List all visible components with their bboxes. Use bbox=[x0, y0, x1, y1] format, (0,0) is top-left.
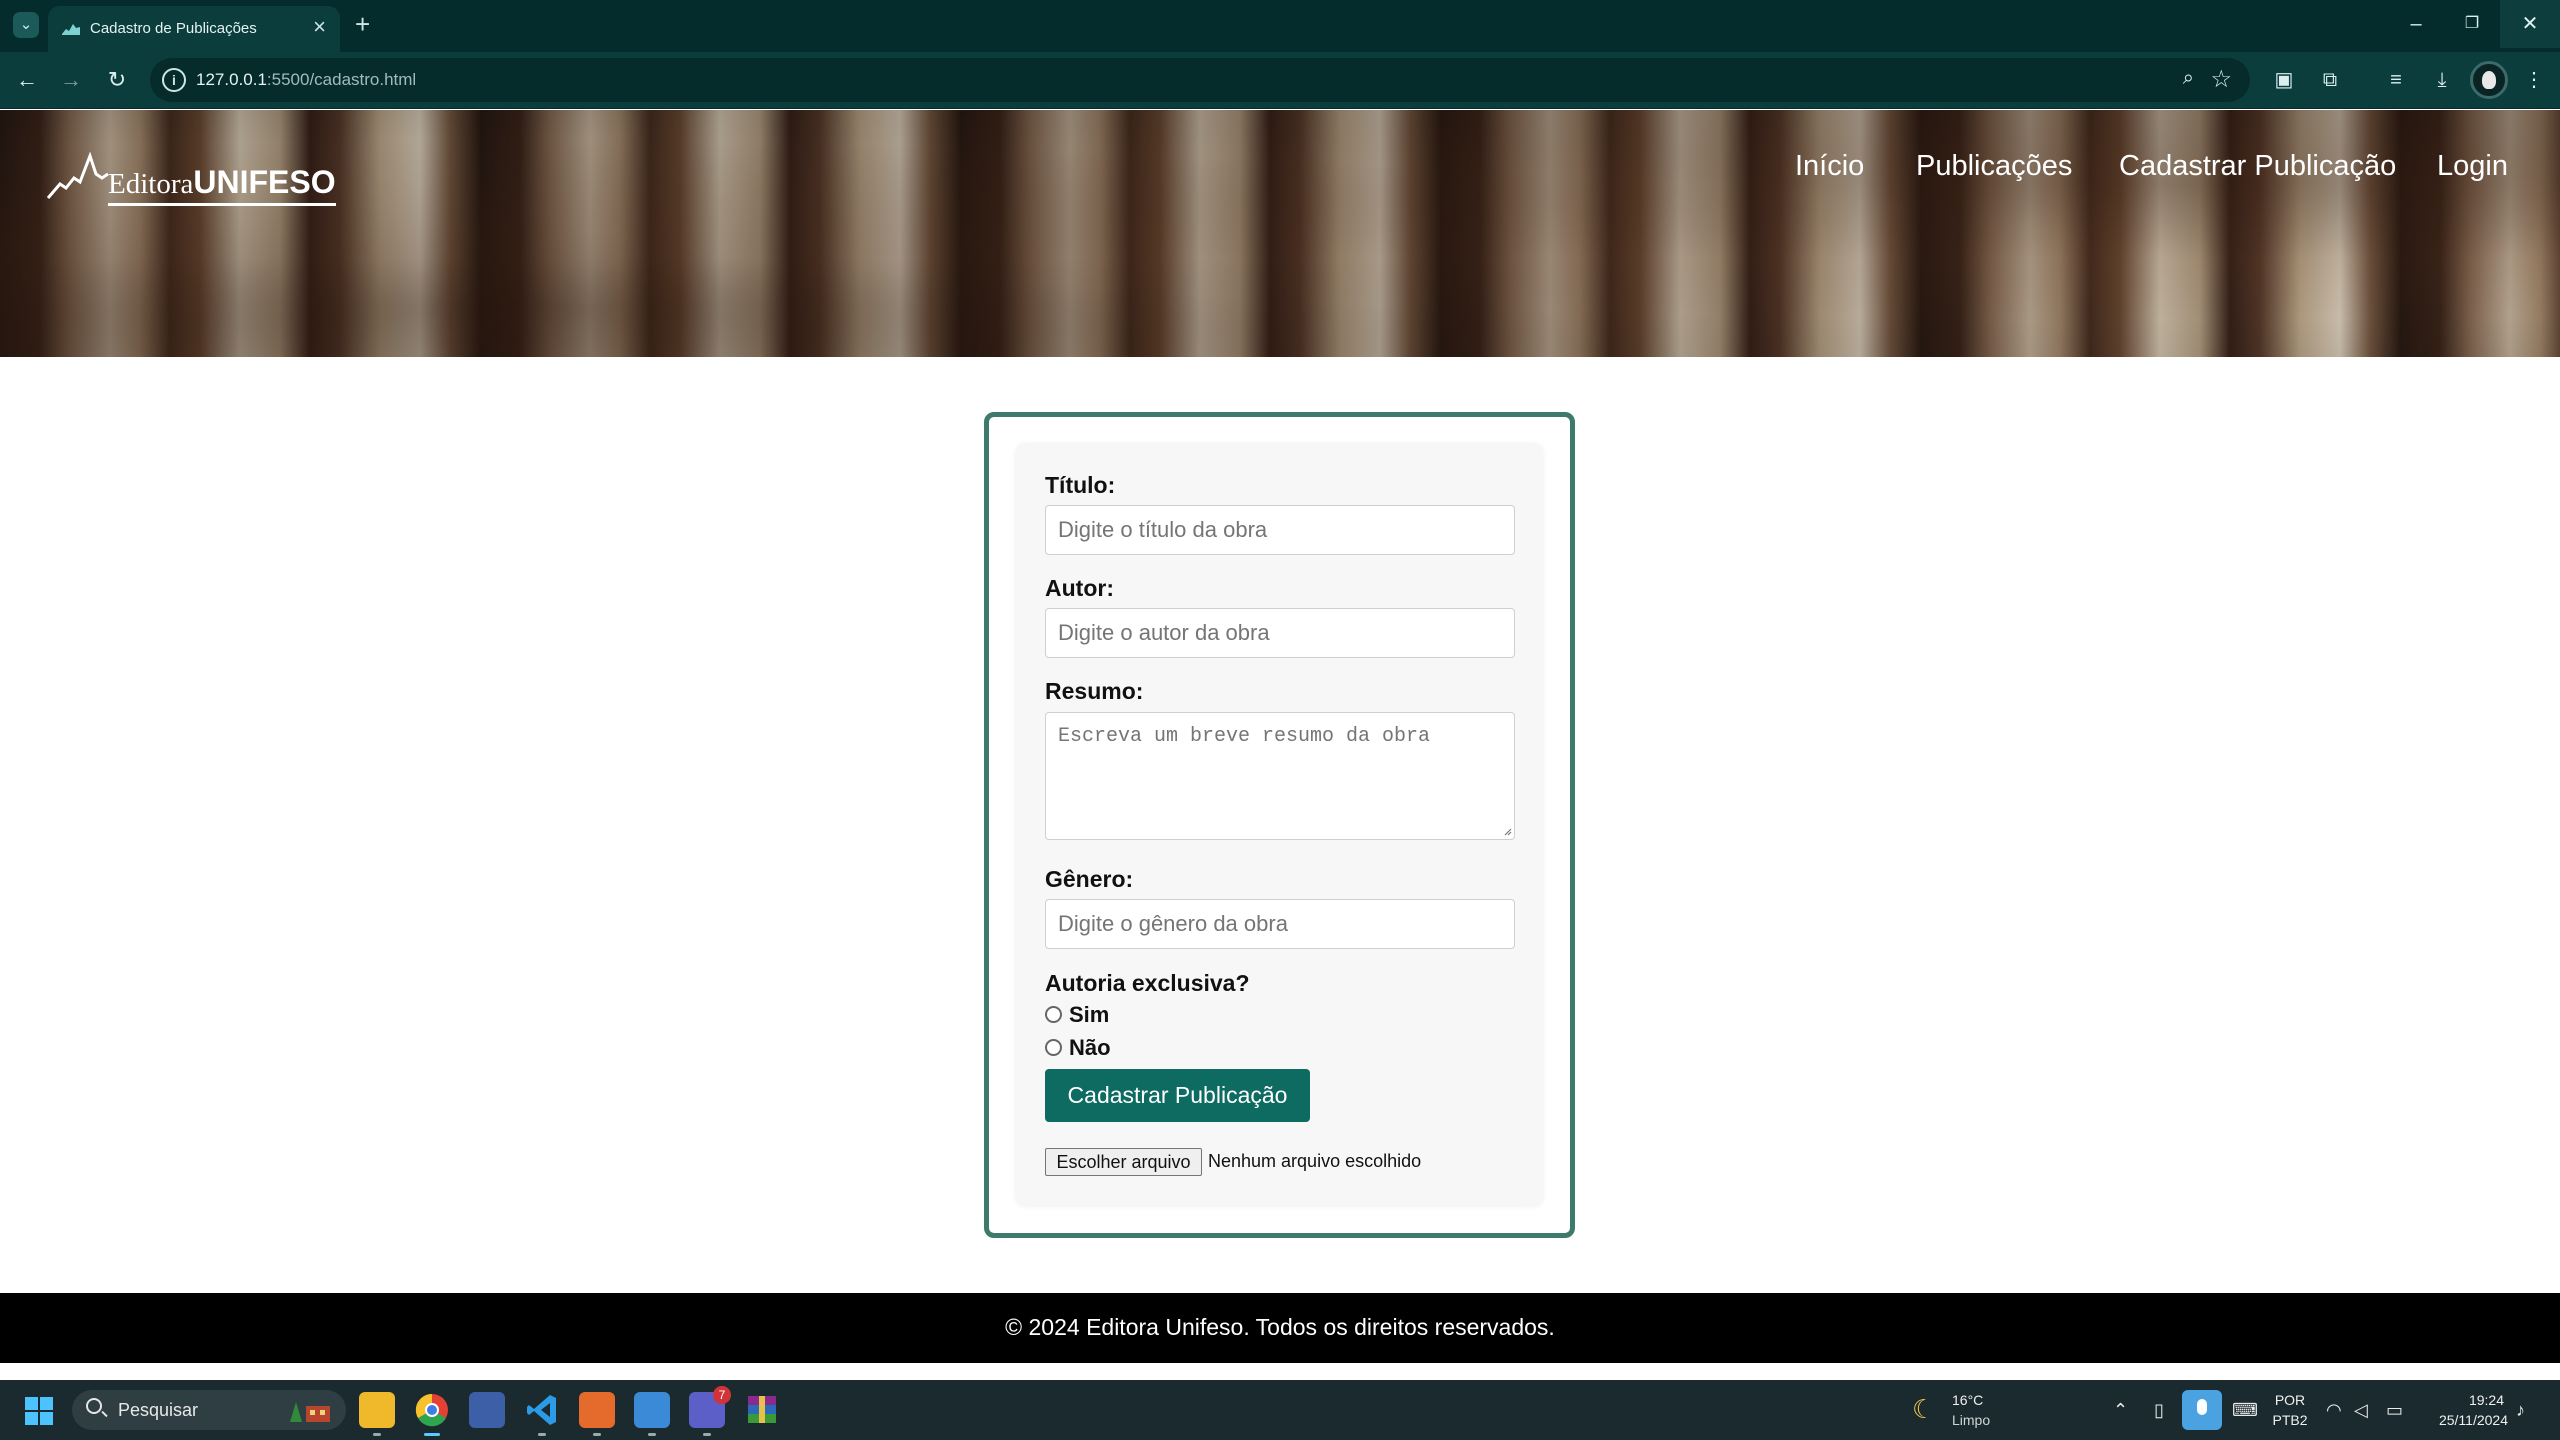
favicon-icon bbox=[62, 24, 80, 35]
new-tab-button[interactable]: + bbox=[355, 10, 370, 38]
battery-icon[interactable]: ▭ bbox=[2386, 1400, 2403, 1421]
volume-icon[interactable]: ◁ bbox=[2354, 1400, 2368, 1421]
author-label: Autor: bbox=[1045, 575, 1114, 601]
extensions-icon[interactable]: ⧉ bbox=[2316, 66, 2344, 94]
windows-taskbar: Pesquisar 7 ☾ 16°C Limpo ⌃ ▯ ⌨ POR PTB2 … bbox=[0, 1380, 2560, 1440]
url-text[interactable]: 127.0.0.1:5500/cadastro.html bbox=[196, 70, 416, 90]
header-background-image bbox=[0, 110, 2560, 357]
exclusive-label: Autoria exclusiva? bbox=[1045, 970, 1250, 996]
summary-label: Resumo: bbox=[1045, 678, 1144, 704]
file-explorer-icon[interactable] bbox=[359, 1392, 395, 1436]
footer-copyright: © 2024 Editora Unifeso. Todos os direito… bbox=[1005, 1314, 1555, 1340]
summary-textarea[interactable] bbox=[1045, 712, 1515, 840]
radio-sim-label[interactable]: Sim bbox=[1069, 1002, 1109, 1028]
nav-link-publicacoes[interactable]: Publicações bbox=[1916, 150, 2072, 183]
nav-link-cadastrar[interactable]: Cadastrar Publicação bbox=[2119, 150, 2396, 183]
url-host: 127.0.0.1 bbox=[196, 70, 267, 89]
notepad-icon[interactable] bbox=[634, 1392, 670, 1436]
browser-tab-active[interactable]: Cadastro de Publicações × bbox=[48, 6, 340, 52]
media-controls-icon[interactable]: ≡ bbox=[2382, 66, 2410, 94]
tab-search-menu-button[interactable]: ⌄ bbox=[13, 12, 39, 38]
teams-icon[interactable]: 7 bbox=[689, 1386, 731, 1436]
clock-date[interactable]: 25/11/2024 bbox=[2424, 1412, 2508, 1428]
winrar-icon[interactable] bbox=[744, 1392, 780, 1428]
logo-text: EditoraUNIFESO bbox=[108, 166, 336, 206]
tray-chevron-up-icon[interactable]: ⌃ bbox=[2113, 1400, 2128, 1421]
page-bottom-spacer bbox=[0, 1363, 2560, 1380]
logo-mountain-icon bbox=[46, 151, 109, 199]
author-input[interactable] bbox=[1045, 608, 1515, 658]
logo-text-bold: UNIFESO bbox=[193, 164, 336, 200]
search-icon bbox=[86, 1398, 102, 1414]
windows-start-icon[interactable] bbox=[25, 1397, 53, 1425]
site-header: EditoraUNIFESO Início Publicações Cadast… bbox=[0, 110, 2560, 357]
back-icon[interactable]: ← bbox=[13, 66, 41, 94]
title-input[interactable] bbox=[1045, 505, 1515, 555]
submit-button[interactable]: Cadastrar Publicação bbox=[1045, 1069, 1310, 1122]
taskbar-search[interactable]: Pesquisar bbox=[72, 1390, 346, 1430]
minimize-button[interactable]: – bbox=[2388, 0, 2444, 48]
logo-text-light: Editora bbox=[108, 168, 194, 200]
vscode-icon[interactable] bbox=[524, 1392, 560, 1436]
title-label: Título: bbox=[1045, 472, 1116, 498]
teams-badge: 7 bbox=[713, 1386, 731, 1404]
notification-bell-icon[interactable]: ♪ bbox=[2516, 1400, 2525, 1421]
radio-nao[interactable] bbox=[1045, 1039, 1062, 1056]
tab-close-icon[interactable]: × bbox=[313, 16, 326, 38]
file-status-text: Nenhum arquivo escolhido bbox=[1208, 1151, 1422, 1171]
url-path: :5500/cadastro.html bbox=[266, 70, 417, 89]
tab-title: Cadastro de Publicações bbox=[90, 20, 257, 37]
chrome-icon[interactable] bbox=[414, 1392, 450, 1436]
search-highlight-icon bbox=[290, 1402, 330, 1422]
bookmark-star-icon[interactable]: ☆ bbox=[2210, 65, 2232, 94]
forward-icon[interactable]: → bbox=[57, 66, 85, 94]
window-close-button[interactable]: ✕ bbox=[2500, 0, 2560, 48]
remote-desktop-icon[interactable] bbox=[469, 1392, 505, 1428]
zoom-icon[interactable]: ⌕ bbox=[2183, 67, 2194, 90]
genre-input[interactable] bbox=[1045, 899, 1515, 949]
microphone-icon[interactable] bbox=[2182, 1390, 2222, 1430]
choose-file-button[interactable]: Escolher arquivo bbox=[1045, 1148, 1202, 1176]
address-bar[interactable]: i 127.0.0.1:5500/cadastro.html ⌕ ☆ bbox=[150, 58, 2250, 102]
browser-toolbar: ← → ↻ i 127.0.0.1:5500/cadastro.html ⌕ ☆… bbox=[0, 52, 2560, 109]
weather-moon-icon: ☾ bbox=[1912, 1394, 1936, 1424]
clock-time[interactable]: 19:24 bbox=[2424, 1392, 2504, 1408]
genre-label: Gênero: bbox=[1045, 866, 1134, 892]
language-bottom[interactable]: PTB2 bbox=[2270, 1412, 2310, 1428]
browser-menu-icon[interactable]: ⋮ bbox=[2520, 66, 2548, 94]
taskbar-search-placeholder: Pesquisar bbox=[118, 1400, 199, 1420]
reload-icon[interactable]: ↻ bbox=[103, 66, 131, 94]
radio-nao-label[interactable]: Não bbox=[1069, 1035, 1111, 1061]
radio-sim[interactable] bbox=[1045, 1006, 1062, 1023]
weather-temp[interactable]: 16°C bbox=[1952, 1392, 1983, 1408]
resize-grip-icon[interactable] bbox=[1502, 826, 1512, 836]
language-top[interactable]: POR bbox=[2274, 1392, 2306, 1408]
profile-avatar[interactable] bbox=[2470, 61, 2508, 99]
browser-tab-bar: ⌄ Cadastro de Publicações × + – ❐ ✕ bbox=[0, 0, 2560, 52]
downloads-icon[interactable]: ⤓ bbox=[2428, 66, 2456, 94]
nav-link-login[interactable]: Login bbox=[2437, 150, 2508, 183]
nav-link-inicio[interactable]: Início bbox=[1795, 150, 1864, 183]
restore-button[interactable]: ❐ bbox=[2444, 0, 2500, 48]
keyboard-icon[interactable]: ⌨ bbox=[2232, 1400, 2258, 1421]
site-info-icon[interactable]: i bbox=[162, 68, 186, 92]
wifi-icon[interactable]: ◠ bbox=[2326, 1400, 2342, 1421]
app-orange-icon[interactable] bbox=[579, 1392, 615, 1436]
weather-desc[interactable]: Limpo bbox=[1952, 1412, 1990, 1428]
picture-in-picture-icon[interactable]: ▣ bbox=[2270, 66, 2298, 94]
site-footer: © 2024 Editora Unifeso. Todos os direito… bbox=[0, 1293, 2560, 1363]
usb-icon[interactable]: ▯ bbox=[2154, 1400, 2164, 1421]
